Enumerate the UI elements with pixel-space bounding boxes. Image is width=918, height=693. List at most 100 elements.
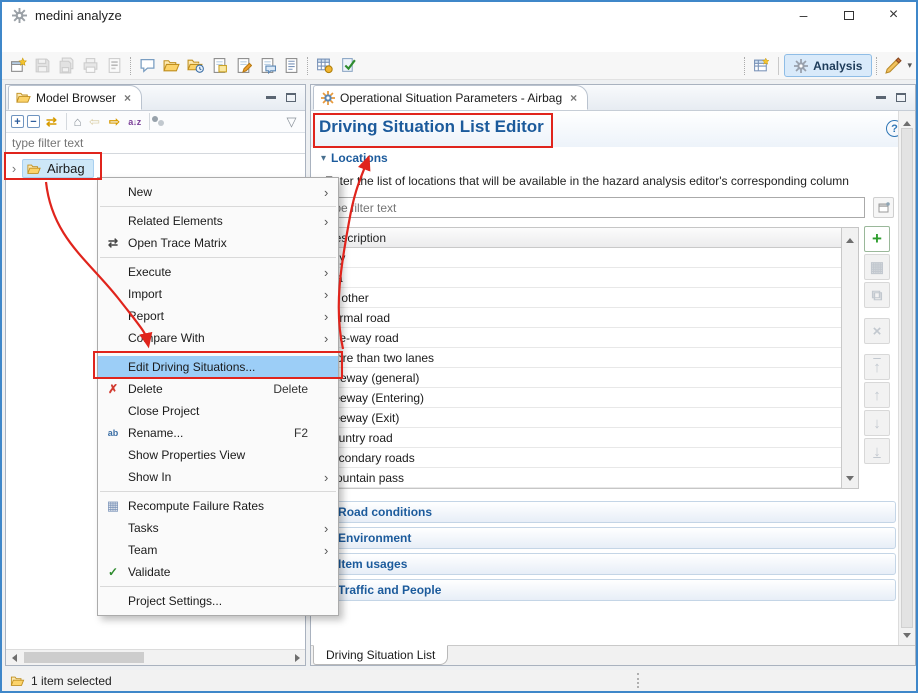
- scroll-left-icon[interactable]: [6, 650, 22, 665]
- scroll-down-icon[interactable]: [903, 627, 911, 641]
- save-all-icon[interactable]: [54, 54, 78, 78]
- collapsed-section-bar[interactable]: ▸ Item usages: [319, 553, 896, 575]
- menu-bar-item[interactable]: [150, 37, 168, 43]
- menu-bar-item[interactable]: [132, 37, 150, 43]
- copy-button[interactable]: ⧉: [864, 282, 890, 308]
- menu-bar-item[interactable]: [42, 37, 60, 43]
- locations-section-header[interactable]: ▾ Locations: [321, 151, 388, 165]
- context-menu-item[interactable]: Execute ›: [98, 261, 338, 283]
- context-menu-item[interactable]: Related Elements ›: [98, 210, 338, 232]
- report-document-icon[interactable]: [102, 54, 126, 78]
- scroll-right-icon[interactable]: [289, 650, 305, 665]
- open-perspective-icon[interactable]: [749, 54, 773, 78]
- move-bottom-button[interactable]: ↓: [864, 438, 890, 464]
- context-menu-item[interactable]: Show Properties View: [98, 444, 338, 466]
- scrollbar-thumb[interactable]: [24, 652, 144, 663]
- chevron-right-icon[interactable]: ›: [6, 161, 22, 176]
- move-up-button[interactable]: ↑: [864, 382, 890, 408]
- minimize-button[interactable]: –: [781, 2, 826, 28]
- table-row[interactable]: normal road: [320, 308, 841, 328]
- print-icon[interactable]: [78, 54, 102, 78]
- context-menu-item[interactable]: Report ›: [98, 305, 338, 327]
- table-row[interactable]: all other: [320, 288, 841, 308]
- context-menu-item[interactable]: ✗ Delete Delete: [98, 378, 338, 400]
- context-menu-item[interactable]: ▦ Recompute Failure Rates: [98, 495, 338, 517]
- context-menu-item[interactable]: Team ›: [98, 539, 338, 561]
- validate-icon[interactable]: [336, 54, 360, 78]
- menu-bar-item[interactable]: [24, 37, 42, 43]
- link-with-editor-icon[interactable]: ⇄: [43, 113, 60, 130]
- context-menu-item[interactable]: Tasks ›: [98, 517, 338, 539]
- move-top-button[interactable]: ↑: [864, 354, 890, 380]
- save-icon[interactable]: [30, 54, 54, 78]
- context-menu-item[interactable]: Import ›: [98, 283, 338, 305]
- collapsed-section-bar[interactable]: ▸ Road conditions: [319, 501, 896, 523]
- twisty-expanded-icon[interactable]: ▾: [321, 153, 326, 164]
- filter-settings-button[interactable]: [873, 197, 894, 218]
- close-button[interactable]: ×: [871, 2, 916, 28]
- table-row[interactable]: freeway (general): [320, 368, 841, 388]
- description-column-header[interactable]: Description: [320, 228, 841, 248]
- menu-bar-item[interactable]: [6, 37, 24, 43]
- context-menu-item[interactable]: Edit Driving Situations...: [98, 356, 338, 378]
- new-wizard-icon[interactable]: [6, 54, 30, 78]
- recompute-failure-rates-icon[interactable]: [312, 54, 336, 78]
- table-row[interactable]: more than two lanes: [320, 348, 841, 368]
- context-menu-item[interactable]: New ›: [98, 181, 338, 203]
- table-row[interactable]: n/a: [320, 268, 841, 288]
- close-tab-icon[interactable]: ×: [570, 91, 577, 105]
- analysis-perspective-button[interactable]: Analysis: [784, 54, 872, 77]
- filter-input[interactable]: [6, 133, 305, 153]
- marker-dropdown-icon[interactable]: ▾: [907, 60, 912, 71]
- scrollbar-thumb[interactable]: [901, 128, 913, 628]
- table-row[interactable]: freeway (Exit): [320, 408, 841, 428]
- table-row[interactable]: freeway (Entering): [320, 388, 841, 408]
- context-menu-item[interactable]: Project Settings...: [98, 590, 338, 612]
- expand-all-icon[interactable]: +: [11, 115, 24, 128]
- scroll-up-icon[interactable]: [846, 232, 854, 246]
- menu-bar-item[interactable]: [96, 37, 114, 43]
- context-menu-item[interactable]: Compare With ›: [98, 327, 338, 349]
- minimize-panel-icon[interactable]: [876, 96, 886, 99]
- model-browser-tab[interactable]: Model Browser ×: [8, 85, 142, 110]
- edit-document-icon[interactable]: [231, 54, 255, 78]
- editor-scrollbar[interactable]: [898, 111, 915, 645]
- horizontal-scrollbar[interactable]: [6, 649, 305, 665]
- marker-icon[interactable]: [881, 54, 905, 78]
- add-button[interactable]: +: [864, 226, 890, 252]
- delete-button[interactable]: ×: [864, 318, 890, 344]
- back-icon[interactable]: ⇦: [86, 113, 103, 130]
- locations-filter-input[interactable]: [319, 197, 865, 218]
- maximize-button[interactable]: [826, 2, 871, 28]
- scroll-up-icon[interactable]: [903, 115, 911, 129]
- collapse-all-icon[interactable]: −: [27, 115, 40, 128]
- tree-item-airbag[interactable]: › Airbag: [6, 157, 94, 180]
- table-row[interactable]: country road: [320, 428, 841, 448]
- table-row[interactable]: mountain pass: [320, 468, 841, 488]
- context-menu-item[interactable]: Show In ›: [98, 466, 338, 488]
- context-menu-item[interactable]: ab Rename... F2: [98, 422, 338, 444]
- note-document-icon[interactable]: [207, 54, 231, 78]
- table-row[interactable]: secondary roads: [320, 448, 841, 468]
- context-menu-item[interactable]: ✓ Validate: [98, 561, 338, 583]
- recent-folder-icon[interactable]: [183, 54, 207, 78]
- menu-bar-item[interactable]: [114, 37, 132, 43]
- home-icon[interactable]: ⌂: [66, 113, 83, 130]
- comment-document-icon[interactable]: [255, 54, 279, 78]
- table-scrollbar[interactable]: [841, 228, 858, 488]
- comment-icon[interactable]: [135, 54, 159, 78]
- move-down-button[interactable]: ↓: [864, 410, 890, 436]
- lines-document-icon[interactable]: [279, 54, 303, 78]
- close-tab-icon[interactable]: ×: [124, 91, 131, 105]
- add-multiple-button[interactable]: ▦: [864, 254, 890, 280]
- open-folder-icon[interactable]: [159, 54, 183, 78]
- tree-item-selection[interactable]: Airbag: [22, 159, 94, 178]
- context-menu-item[interactable]: ⇄ Open Trace Matrix: [98, 232, 338, 254]
- forward-icon[interactable]: ⇨: [106, 113, 123, 130]
- menu-bar-item[interactable]: [60, 37, 78, 43]
- maximize-panel-icon[interactable]: [896, 93, 906, 102]
- sort-icon[interactable]: a↓z: [126, 113, 143, 130]
- scroll-down-icon[interactable]: [846, 470, 854, 484]
- driving-situation-list-tab[interactable]: Driving Situation List: [313, 645, 448, 665]
- table-row[interactable]: one-way road: [320, 328, 841, 348]
